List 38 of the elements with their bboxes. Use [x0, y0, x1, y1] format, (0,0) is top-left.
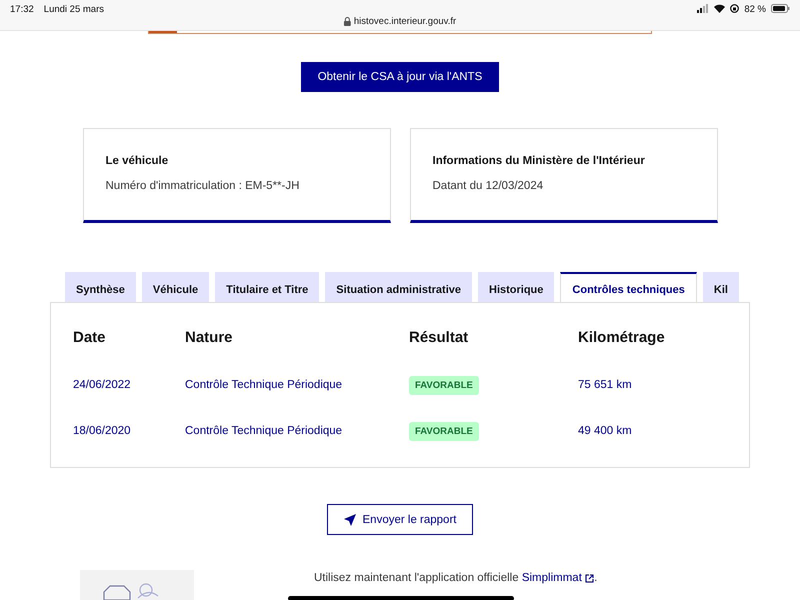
mileage-cell-text: 49 400 km	[578, 424, 633, 440]
mileage-cell-text: 75 651 km	[578, 378, 633, 394]
battery-icon	[771, 4, 790, 13]
tab[interactable]: Synthèse	[65, 272, 136, 304]
tab[interactable]: Situation administrative	[325, 272, 472, 304]
tab[interactable]: Historique	[478, 272, 554, 304]
signal-icon	[697, 4, 710, 13]
column-header: Résultat	[409, 329, 470, 348]
url-text[interactable]: histovec.interieur.gouv.fr	[354, 16, 456, 27]
nature-cell-text: Contrôle Technique Périodique	[185, 378, 344, 394]
result-badge: FAVORABLE	[409, 376, 479, 396]
battery-percent: 82 %	[744, 4, 766, 15]
send-icon	[344, 514, 356, 526]
date: Lundi 25 mars	[44, 4, 104, 17]
card-text: Numéro d'immatriculation : EM-5**-JH	[106, 180, 300, 192]
rotation-lock-icon	[730, 4, 740, 13]
lock-icon	[344, 17, 351, 26]
tab[interactable]: Kil	[702, 272, 739, 304]
nature-cell-text: Contrôle Technique Périodique	[185, 424, 344, 440]
external-link-icon	[585, 574, 594, 582]
column-header: Kilométrage	[578, 329, 666, 348]
column-header: Nature	[185, 329, 234, 348]
date-cell-text: 18/06/2020	[73, 424, 132, 440]
simplimmat-link[interactable]: Simplimmat	[522, 572, 582, 584]
result-badge: FAVORABLE	[409, 422, 479, 442]
csa-button[interactable]: Obtenir le CSA à jour via l'ANTS	[300, 62, 500, 92]
tab[interactable]: Titulaire et Titre	[215, 272, 320, 304]
date-cell-text: 24/06/2022	[73, 378, 132, 394]
card-title: Le véhicule	[106, 154, 170, 167]
card-title: Informations du Ministère de l'Intérieur	[432, 154, 646, 167]
send-report-button[interactable]: Envoyer le rapport	[326, 504, 474, 535]
clock: 17:32	[10, 4, 34, 17]
column-header: Date	[73, 329, 107, 348]
card-text: Datant du 12/03/2024	[432, 180, 544, 192]
wifi-icon	[714, 4, 726, 13]
footer-text: Utilisez maintenant l'application officielle Simplimmat .	[314, 572, 598, 584]
tab[interactable]: Contrôles techniques	[560, 272, 697, 304]
tab[interactable]: Véhicule	[142, 272, 210, 304]
